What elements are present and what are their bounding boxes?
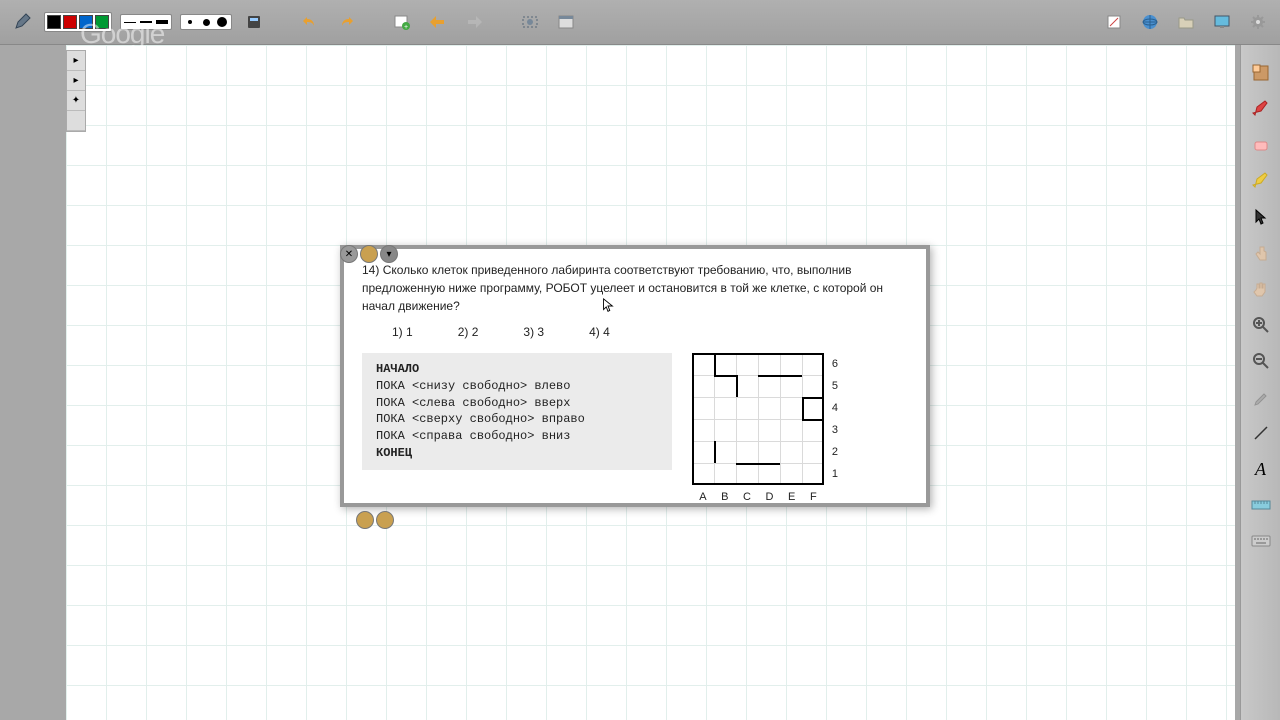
prev-page-icon[interactable] <box>424 10 452 34</box>
ruler-tool[interactable] <box>1247 492 1275 518</box>
folder-icon[interactable] <box>1172 10 1200 34</box>
gear-icon[interactable] <box>1244 10 1272 34</box>
eyedropper-tool[interactable] <box>1247 384 1275 410</box>
next-page-icon <box>460 10 488 34</box>
left-sidebar: ▸ ▸ ✦ <box>66 50 86 132</box>
answer-options: 1) 1 2) 2 3) 3 4) 4 <box>392 325 908 339</box>
dot-large[interactable] <box>215 17 229 27</box>
selection-tool[interactable] <box>1247 60 1275 86</box>
sidebar-btn-1[interactable]: ▸ <box>67 51 85 71</box>
sidebar-btn-2[interactable]: ▸ <box>67 71 85 91</box>
dot-size-group <box>180 14 232 30</box>
screenshot-icon[interactable] <box>516 10 544 34</box>
keyboard-tool[interactable] <box>1247 528 1275 554</box>
zoom-out-tool[interactable] <box>1247 348 1275 374</box>
highlighter-tool[interactable] <box>1247 168 1275 194</box>
option-1: 1) 1 <box>392 325 413 339</box>
redo-icon[interactable] <box>332 10 360 34</box>
calculator-icon[interactable] <box>240 10 268 34</box>
main-toolbar: + <box>0 0 1280 45</box>
option-3: 3) 3 <box>523 325 544 339</box>
document-content: 14) Сколько клеток приведенного лабиринт… <box>344 249 926 503</box>
pointer-tool[interactable] <box>1247 204 1275 230</box>
pen-icon[interactable] <box>8 10 36 34</box>
globe-icon[interactable] <box>1136 10 1164 34</box>
undo-icon[interactable] <box>296 10 324 34</box>
right-toolbar: A <box>1240 45 1280 720</box>
question-text: 14) Сколько клеток приведенного лабиринт… <box>362 261 908 315</box>
maze-diagram: 6 5 4 3 2 1 A B C D E F <box>692 353 824 485</box>
document-window[interactable]: ✕ ▾ 14) Сколько клеток приведенного лаби… <box>340 245 930 507</box>
close-handle[interactable]: ✕ <box>340 245 358 263</box>
minimize-handle[interactable] <box>360 245 378 263</box>
bottom-handle-1[interactable] <box>356 511 374 529</box>
option-2: 2) 2 <box>458 325 479 339</box>
sidebar-btn-4[interactable] <box>67 111 85 131</box>
hand-tool[interactable] <box>1247 276 1275 302</box>
eraser-tool[interactable] <box>1247 132 1275 158</box>
dropdown-handle[interactable]: ▾ <box>380 245 398 263</box>
text-tool[interactable]: A <box>1247 456 1275 482</box>
zoom-in-tool[interactable] <box>1247 312 1275 338</box>
monitor-icon[interactable] <box>1208 10 1236 34</box>
pen-red-tool[interactable] <box>1247 96 1275 122</box>
window-icon[interactable] <box>552 10 580 34</box>
color-red[interactable] <box>63 15 77 29</box>
code-block: НАЧАЛО ПОКА <снизу свободно> влево ПОКА … <box>362 353 672 470</box>
option-4: 4) 4 <box>589 325 610 339</box>
bottom-handle-2[interactable] <box>376 511 394 529</box>
line-tool[interactable] <box>1247 420 1275 446</box>
note-icon[interactable] <box>1100 10 1128 34</box>
sidebar-btn-3[interactable]: ✦ <box>67 91 85 111</box>
new-page-icon[interactable]: + <box>388 10 416 34</box>
color-black[interactable] <box>47 15 61 29</box>
dot-small[interactable] <box>183 17 197 27</box>
dot-med[interactable] <box>199 17 213 27</box>
mouse-cursor <box>602 298 614 314</box>
watermark: Google <box>80 18 164 50</box>
svg-text:+: + <box>404 24 408 30</box>
finger-tool[interactable] <box>1247 240 1275 266</box>
